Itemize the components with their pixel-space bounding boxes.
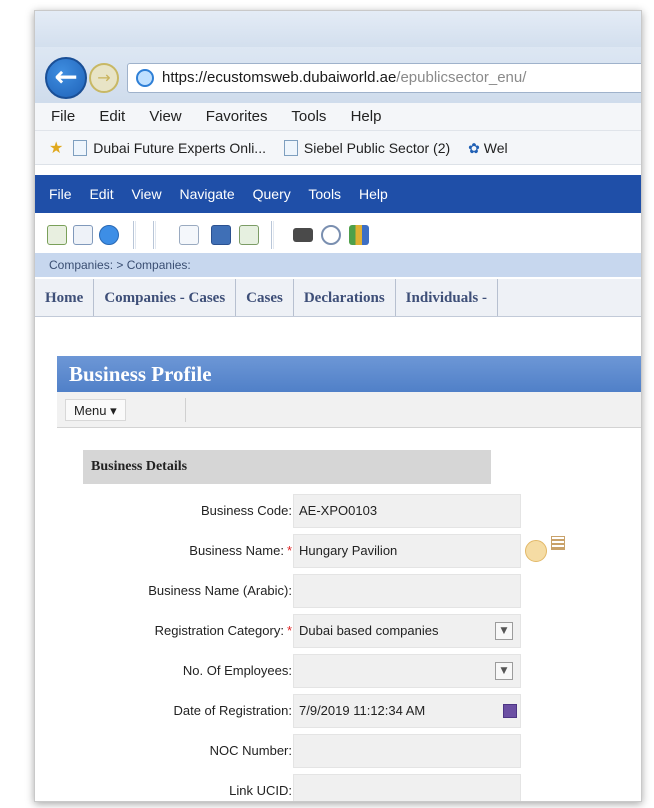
business-name-field[interactable]: Hungary Pavilion <box>293 534 521 568</box>
app-menu-help[interactable]: Help <box>359 186 388 202</box>
notes-icon[interactable] <box>239 225 259 245</box>
browser-menu-help[interactable]: Help <box>351 108 382 125</box>
favorite-link-siebel[interactable]: Siebel Public Sector (2) <box>304 140 450 156</box>
pick-applet-icon[interactable] <box>525 540 547 562</box>
tab-individuals[interactable]: Individuals - <box>396 279 498 316</box>
toolbar-divider <box>271 221 274 249</box>
required-marker: * <box>286 543 292 558</box>
forward-arrow-icon[interactable]: → <box>89 63 119 93</box>
applet-title: Business Profile <box>57 356 641 392</box>
app-menu-view[interactable]: View <box>131 186 161 202</box>
tab-cases[interactable]: Cases <box>236 279 294 316</box>
registration-category-label: Registration Category: * <box>154 623 292 638</box>
web-slice-icon: ✿ <box>468 141 480 157</box>
ie-logo-icon <box>136 69 154 87</box>
chevron-down-icon[interactable]: ▼ <box>495 622 513 640</box>
registration-category-field[interactable]: Dubai based companies <box>293 614 521 648</box>
search-icon[interactable] <box>179 225 199 245</box>
toolbar-divider <box>153 221 156 249</box>
applet-menu-bar: Menu ▾ <box>57 392 641 428</box>
app-menu-tools[interactable]: Tools <box>308 186 341 202</box>
app-menu-bar: File Edit View Navigate Query Tools Help <box>35 175 641 213</box>
tab-home[interactable]: Home <box>35 279 95 316</box>
business-details-form: Business Details Business Code: AE-XPO01… <box>57 428 641 801</box>
browser-address-row: ← → https://ecustomsweb.dubaiworld.ae/ep… <box>35 47 641 103</box>
browser-window: ← → https://ecustomsweb.dubaiworld.ae/ep… <box>34 10 642 802</box>
screen-tabs: Home Companies - Cases Cases Declarations In… <box>35 279 641 317</box>
breadcrumb[interactable]: Companies: > Companies: <box>35 253 641 277</box>
address-path: /epublicsector_enu/ <box>396 69 527 86</box>
new-record-icon[interactable] <box>47 225 67 245</box>
browser-menu-file[interactable]: File <box>51 108 75 125</box>
link-ucid-label: Link UCID: <box>229 783 292 798</box>
clock-icon[interactable] <box>321 225 341 245</box>
favorites-bar: ★ Dubai Future Experts Onli... Siebel Pu… <box>35 131 641 165</box>
employees-label: No. Of Employees: <box>182 663 292 678</box>
print-icon[interactable] <box>293 228 313 242</box>
browser-menu-view[interactable]: View <box>149 108 181 125</box>
browser-menu-bar: File Edit View Favorites Tools Help <box>35 103 641 131</box>
tab-companies-cases[interactable]: Companies - Cases <box>94 279 237 316</box>
applet-menu-button[interactable]: Menu ▾ <box>65 399 126 421</box>
browser-menu-edit[interactable]: Edit <box>99 108 125 125</box>
business-code-field[interactable]: AE-XPO0103 <box>293 494 521 528</box>
app-menu-navigate[interactable]: Navigate <box>179 186 234 202</box>
noc-number-field[interactable] <box>293 734 521 768</box>
browser-menu-favorites[interactable]: Favorites <box>206 108 268 125</box>
app-menu-edit[interactable]: Edit <box>89 186 113 202</box>
page-icon <box>73 140 88 157</box>
favorite-link-web[interactable]: Wel <box>484 140 508 156</box>
page-icon <box>283 140 298 157</box>
save-icon[interactable] <box>211 225 231 245</box>
business-name-label: Business Name: * <box>189 543 292 558</box>
address-bar[interactable]: https://ecustomsweb.dubaiworld.ae/epubli… <box>127 63 641 93</box>
toolbar-divider <box>133 221 136 249</box>
noc-number-label: NOC Number: <box>209 743 292 758</box>
section-title: Business Details <box>83 450 491 484</box>
browser-title-bar <box>35 11 641 47</box>
favorite-link-dubai-future[interactable]: Dubai Future Experts Onli... <box>93 140 266 156</box>
employees-field[interactable] <box>293 654 521 688</box>
business-name-arabic-field[interactable] <box>293 574 521 608</box>
grid-picker-icon[interactable] <box>551 536 565 550</box>
app-menu-file[interactable]: File <box>49 186 72 202</box>
calendar-icon[interactable] <box>503 704 517 718</box>
back-arrow-icon[interactable]: ← <box>45 57 87 99</box>
registration-date-field[interactable]: 7/9/2019 11:12:34 AM <box>293 694 521 728</box>
globe-icon[interactable] <box>99 225 119 245</box>
business-name-arabic-label: Business Name (Arabic): <box>148 583 292 598</box>
business-code-label: Business Code: <box>200 503 292 518</box>
app-menu-query[interactable]: Query <box>253 186 291 202</box>
tab-declarations[interactable]: Declarations <box>294 279 396 316</box>
app-toolbar <box>35 213 641 253</box>
chevron-down-icon[interactable]: ▼ <box>495 662 513 680</box>
favorites-star-icon[interactable]: ★ <box>49 131 63 164</box>
required-marker: * <box>286 623 292 638</box>
registration-date-label: Date of Registration: <box>173 703 292 718</box>
applet-menu-divider <box>185 398 186 422</box>
link-ucid-field[interactable] <box>293 774 521 801</box>
address-host: https://ecustomsweb.dubaiworld.ae <box>162 69 397 86</box>
copy-record-icon[interactable] <box>73 225 93 245</box>
chart-icon[interactable] <box>349 225 369 245</box>
browser-menu-tools[interactable]: Tools <box>291 108 326 125</box>
